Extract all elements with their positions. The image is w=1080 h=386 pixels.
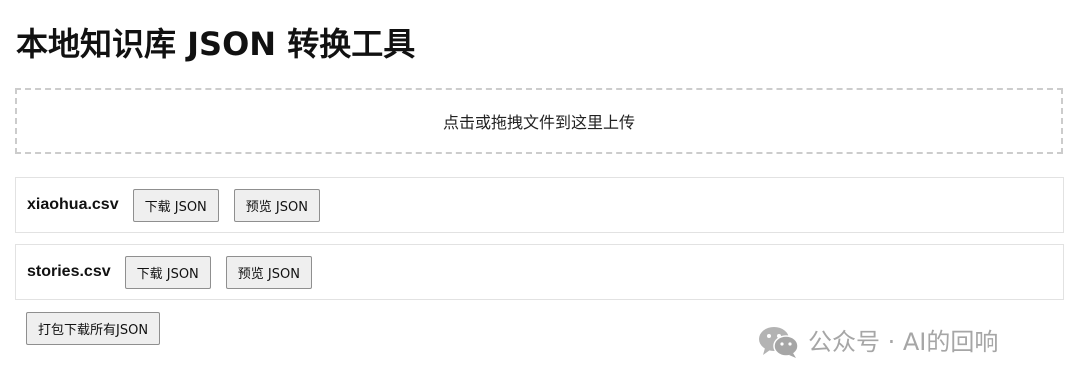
download-json-button[interactable]: 下载 JSON	[124, 255, 211, 289]
wechat-icon	[758, 325, 800, 359]
file-row: xiaohua.csv 下载 JSON 预览 JSON	[15, 177, 1064, 233]
upload-drop-zone[interactable]: 点击或拖拽文件到这里上传	[15, 88, 1063, 154]
download-all-json-button[interactable]: 打包下载所有JSON	[26, 312, 161, 345]
file-row: stories.csv 下载 JSON 预览 JSON	[15, 244, 1064, 300]
preview-json-button[interactable]: 预览 JSON	[233, 188, 320, 222]
file-name: stories.csv	[27, 263, 111, 280]
watermark: 公众号 · AI的回响	[758, 322, 998, 362]
page-title: 本地知识库 JSON 转换工具	[16, 25, 416, 63]
preview-json-button[interactable]: 预览 JSON	[225, 255, 312, 289]
upload-prompt: 点击或拖拽文件到这里上传	[442, 113, 635, 132]
download-json-button[interactable]: 下载 JSON	[132, 188, 219, 222]
watermark-text: 公众号 · AI的回响	[808, 328, 999, 356]
file-name: xiaohua.csv	[27, 196, 119, 213]
